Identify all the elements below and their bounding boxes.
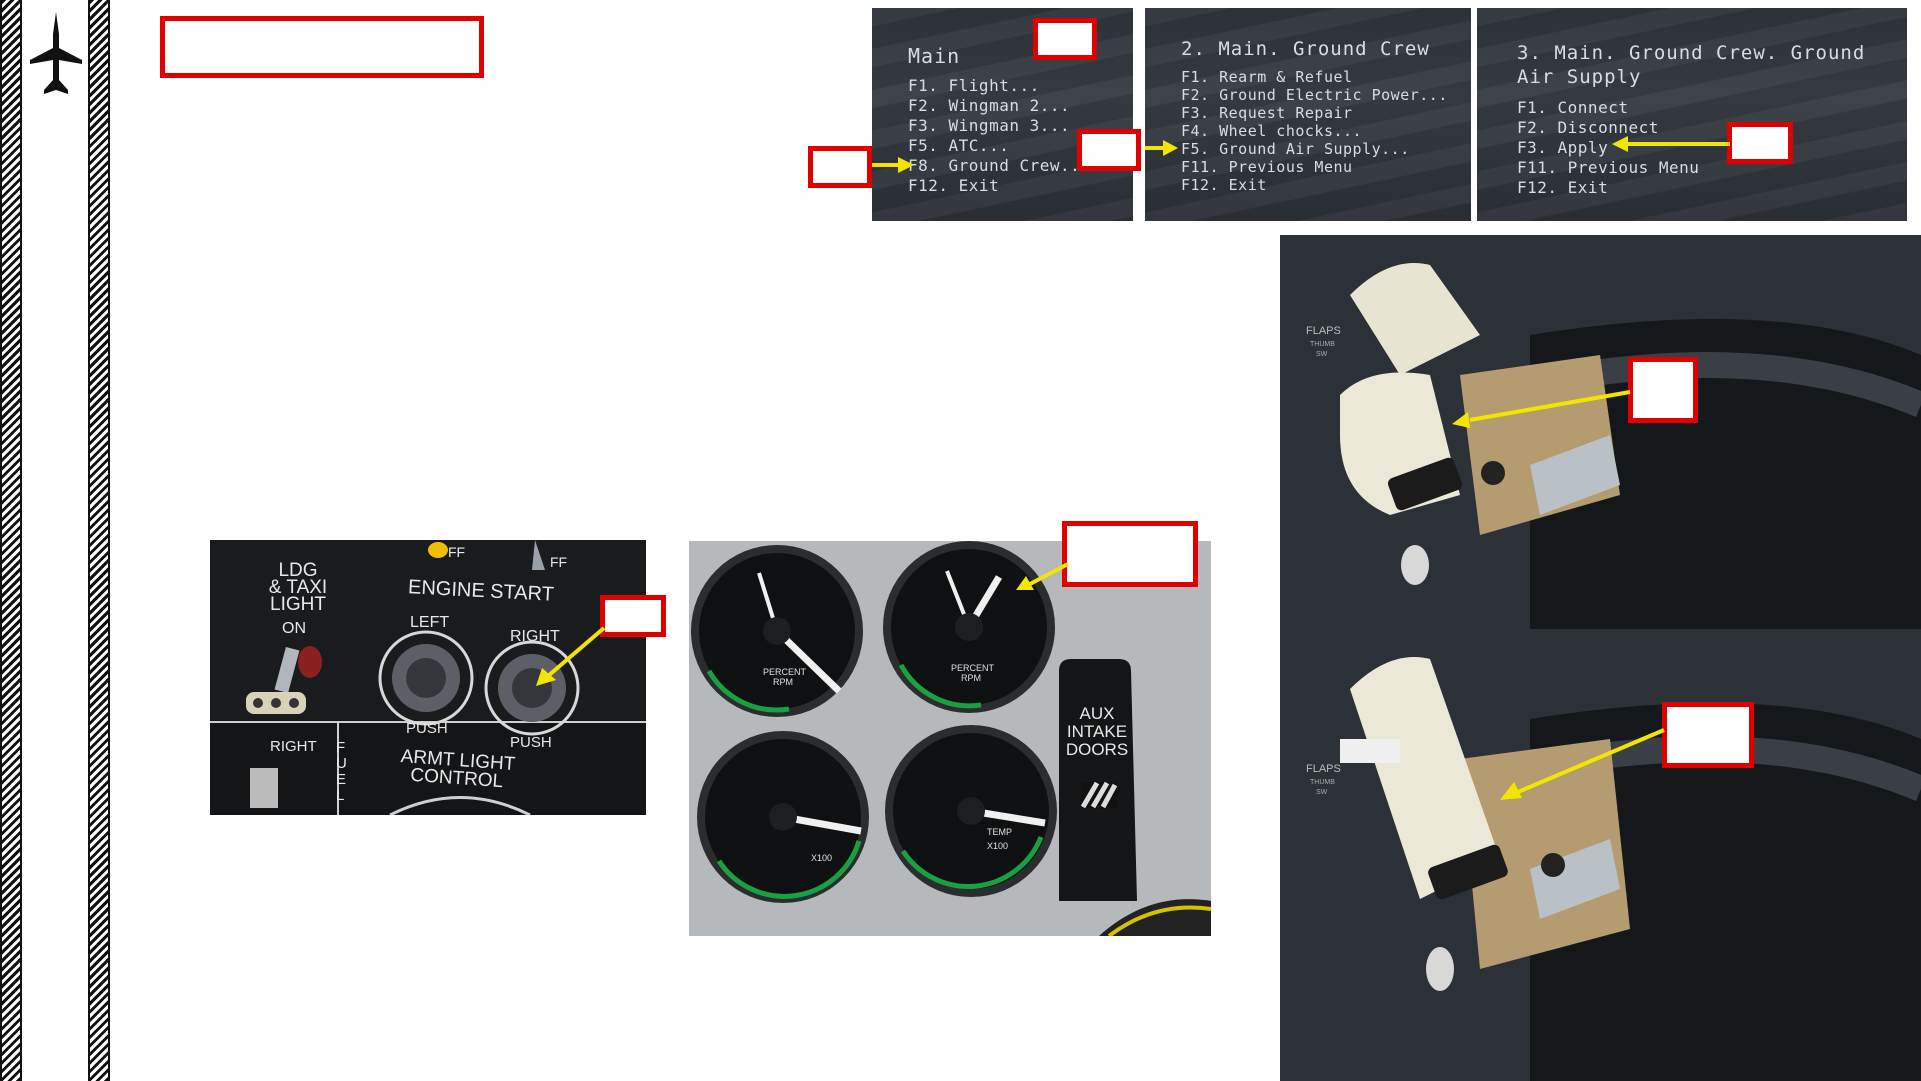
aircraft-icon [30, 12, 82, 94]
aux-label: AUX [1079, 704, 1115, 723]
menu-ground-crew-item-6: F11. Previous Menu [1181, 158, 1353, 176]
thumb-label-bottom: THUMB [1310, 779, 1335, 786]
right-lower-label: RIGHT [270, 738, 317, 755]
left-label: LEFT [410, 614, 450, 631]
throttle-top-callout [1628, 357, 1698, 423]
sw-label-top: SW [1316, 351, 1328, 358]
title-callout [160, 16, 484, 78]
x100-label-left: X100 [811, 853, 833, 863]
menu-ground-crew-item-1: F1. Rearm & Refuel [1181, 68, 1353, 86]
left-stripe-bar [0, 0, 22, 1081]
light-label: LIGHT [270, 594, 326, 615]
off-label-2: FF [550, 554, 568, 570]
throttle-image-top: FLAPS THUMB SW [1280, 235, 1921, 629]
menu-air-supply-item-5: F12. Exit [1517, 178, 1609, 197]
ground-crew-callout [1077, 129, 1141, 171]
temp-label: TEMP [987, 827, 1013, 837]
menu-main-item-2: F2. Wingman 2... [908, 96, 1071, 115]
rpm-gauge-callout [1062, 521, 1198, 587]
right-stripe-bar [88, 0, 110, 1081]
engine-gauges-panel: PERCENT RPM PERCENT RPM TEMP X100 X100 A… [689, 541, 1211, 936]
push-left-label: PUSH [406, 720, 448, 737]
menu-main-title: Main [908, 44, 961, 68]
menu-main-item-5: F8. Ground Crew... [908, 156, 1091, 175]
off-label-1: FF [448, 544, 466, 560]
f8-callout [808, 146, 872, 188]
throttle-bottom-callout [1662, 702, 1754, 768]
sw-label-bottom: SW [1316, 789, 1328, 796]
on-label: ON [282, 620, 306, 637]
menu-main-item-1: F1. Flight... [908, 76, 1040, 95]
menu-air-supply-item-4: F11. Previous Menu [1517, 158, 1700, 177]
menu-ground-crew-item-2: F2. Ground Electric Power... [1181, 86, 1448, 104]
menu-ground-crew-screenshot: 2. Main. Ground Crew F1. Rearm & Refuel … [1145, 8, 1471, 221]
menu-air-supply-item-3: F3. Apply [1517, 138, 1609, 157]
throttle-image-bottom: FLAPS THUMB SW [1280, 629, 1921, 1081]
menu-main-item-4: F5. ATC... [908, 136, 1010, 155]
flaps-label-top: FLAPS [1306, 325, 1341, 337]
intake-label: INTAKE [1066, 722, 1128, 741]
engine-start-callout [600, 595, 666, 637]
rpm-label-2: PERCENT RPM [951, 663, 995, 683]
doors-label: DOORS [1065, 740, 1129, 759]
menu-ground-crew-item-4: F4. Wheel chocks... [1181, 122, 1363, 140]
menu-ground-air-supply-screenshot: 3. Main. Ground Crew. Ground Air Supply … [1477, 8, 1907, 221]
menu-main-callout [1033, 18, 1097, 60]
apply-callout [1727, 122, 1793, 164]
fuel-label: FUEL [336, 739, 347, 804]
rpm-label-1: PERCENT RPM [763, 667, 807, 687]
menu-ground-crew-item-5: F5. Ground Air Supply... [1181, 140, 1410, 158]
menu-air-supply-item-1: F1. Connect [1517, 98, 1629, 117]
right-label: RIGHT [510, 628, 560, 645]
menu-air-supply-title-1: 3. Main. Ground Crew. Ground [1517, 42, 1866, 64]
thumb-label-top: THUMB [1310, 341, 1335, 348]
menu-main-item-6: F12. Exit [908, 176, 1000, 195]
menu-air-supply-item-2: F2. Disconnect [1517, 118, 1659, 137]
x100-label-right: X100 [987, 841, 1009, 851]
menu-ground-crew-item-7: F12. Exit [1181, 176, 1267, 194]
push-right-label: PUSH [510, 734, 552, 751]
menu-air-supply-title-2: Air Supply [1517, 66, 1642, 88]
engine-start-panel: LDG & TAXI LIGHT ON ENGINE START LEFT RI… [210, 540, 646, 815]
menu-ground-crew-item-3: F3. Request Repair [1181, 104, 1353, 122]
menu-ground-crew-title: 2. Main. Ground Crew [1181, 38, 1430, 60]
flaps-label-bottom: FLAPS [1306, 763, 1341, 775]
menu-main-item-3: F3. Wingman 3... [908, 116, 1071, 135]
